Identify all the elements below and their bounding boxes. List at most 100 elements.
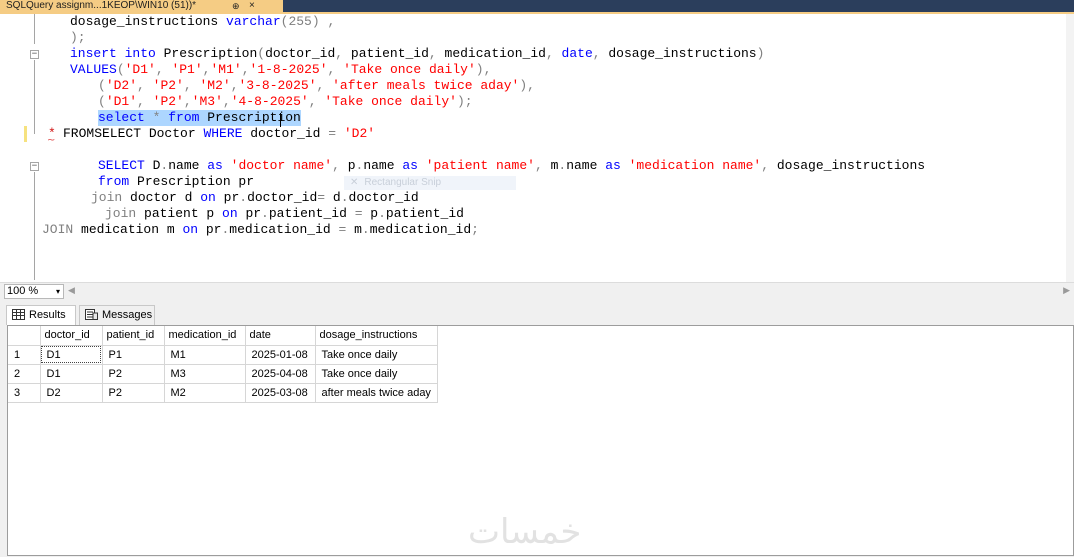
code-token: from: [98, 174, 138, 189]
zoom-select[interactable]: 100 % ▾: [4, 284, 64, 299]
vertical-scrollbar[interactable]: [1066, 14, 1074, 282]
table-row[interactable]: 3 D2 P2 M2 2025-03-08 after meals twice …: [8, 383, 438, 403]
code-token: pr: [245, 206, 262, 221]
code-token: ),: [475, 62, 492, 77]
query-editor[interactable]: − − dosage_instructions varchar(255) , )…: [0, 14, 1074, 282]
code-line[interactable]: insert into Prescription(doctor_id, pati…: [70, 46, 764, 62]
table-cell[interactable]: M1: [164, 345, 246, 365]
results-tabs: Results Messages: [0, 303, 1074, 325]
table-cell[interactable]: D1: [40, 364, 103, 384]
table-cell[interactable]: after meals twice aday: [315, 383, 438, 403]
collapse-icon[interactable]: −: [30, 50, 39, 59]
code-line[interactable]: FROMSELECT Doctor WHERE doctor_id = 'D2': [63, 126, 375, 142]
code-token: ,: [332, 158, 348, 173]
code-token: join: [91, 190, 131, 205]
code-token: medication m: [81, 222, 183, 237]
code-token: .: [261, 206, 269, 221]
tab-results-label[interactable]: Results: [29, 309, 66, 321]
table-cell[interactable]: D2: [40, 383, 103, 403]
editor-margin: [0, 14, 4, 282]
pin-icon[interactable]: ⊕: [232, 0, 240, 12]
close-icon[interactable]: ×: [249, 0, 255, 12]
code-token: ,: [316, 78, 333, 93]
code-token: Prescription: [207, 110, 301, 125]
column-header[interactable]: date: [245, 326, 316, 346]
code-token: medication_id: [229, 222, 339, 237]
collapse-icon[interactable]: −: [30, 162, 39, 171]
column-header[interactable]: dosage_instructions: [315, 326, 438, 346]
code-token: date: [561, 46, 593, 61]
scroll-right-icon[interactable]: ▶: [1063, 285, 1070, 296]
code-line[interactable]: SELECT D.name as 'doctor name', p.name a…: [98, 158, 925, 174]
code-token: doctor_id: [250, 126, 329, 141]
code-token: patient_id: [385, 206, 464, 221]
code-token: ,: [183, 94, 192, 109]
table-cell[interactable]: M2: [164, 383, 246, 403]
code-line[interactable]: dosage_instructions varchar(255) ,: [70, 14, 335, 30]
row-number-header[interactable]: [8, 326, 41, 346]
zoom-value[interactable]: 100 %: [7, 285, 38, 297]
column-header[interactable]: patient_id: [102, 326, 165, 346]
chevron-down-icon[interactable]: ▾: [56, 285, 60, 298]
watermark: خمسات: [468, 512, 582, 552]
tab-messages[interactable]: Messages: [79, 305, 155, 325]
horizontal-scrollbar[interactable]: [80, 286, 1060, 297]
outline-line: [34, 172, 35, 280]
code-line[interactable]: JOIN medication m on pr.medication_id = …: [42, 222, 479, 238]
code-line[interactable]: join doctor d on pr.doctor_id= d.doctor_…: [91, 190, 419, 206]
table-cell[interactable]: Take once daily: [315, 345, 438, 365]
code-token: ,: [183, 78, 200, 93]
code-line[interactable]: VALUES('D1', 'P1','M1','1-8-2025', 'Take…: [70, 62, 491, 78]
code-token: dosage_instructions: [70, 14, 227, 29]
column-header[interactable]: doctor_id: [40, 326, 103, 346]
scroll-left-icon[interactable]: ◀: [68, 285, 75, 296]
table-cell[interactable]: P1: [102, 345, 165, 365]
table-cell[interactable]: 2025-01-08: [245, 345, 316, 365]
code-token: patient p: [144, 206, 223, 221]
code-token: JOIN: [42, 222, 82, 237]
code-token: ,: [335, 46, 351, 61]
table-cell[interactable]: P2: [102, 383, 165, 403]
table-cell[interactable]: M3: [164, 364, 246, 384]
code-token: doctor_id: [348, 190, 419, 205]
row-number[interactable]: 2: [8, 364, 41, 384]
table-cell[interactable]: 2025-04-08: [245, 364, 316, 384]
code-token: ): [756, 46, 765, 61]
query-tab-title[interactable]: SQLQuery assignm...1KEOP\WIN10 (51))*: [6, 0, 196, 11]
table-cell[interactable]: 2025-03-08: [245, 383, 316, 403]
code-token: 'M2': [199, 78, 231, 93]
code-line[interactable]: ('D2', 'P2', 'M2','3-8-2025', 'after mea…: [98, 78, 535, 94]
code-token: d: [332, 190, 341, 205]
table-row[interactable]: 1 D1 P1 M1 2025-01-08 Take once daily: [8, 345, 438, 365]
code-token: medication_id: [369, 222, 472, 237]
tab-results[interactable]: Results: [6, 305, 76, 325]
code-line[interactable]: );: [70, 30, 86, 46]
code-line-selected[interactable]: select * from Prescription: [98, 110, 301, 126]
table-row[interactable]: 2 D1 P2 M3 2025-04-08 Take once daily: [8, 364, 438, 384]
table-cell[interactable]: Take once daily: [315, 364, 438, 384]
code-line[interactable]: join patient p on pr.patient_id = p.pati…: [105, 206, 464, 222]
row-number[interactable]: 1: [8, 345, 41, 365]
code-token: =: [328, 126, 344, 141]
code-token: patient_id: [268, 206, 355, 221]
code-token: name: [168, 158, 208, 173]
document-tab-strip: SQLQuery assignm...1KEOP\WIN10 (51))* ⊕ …: [0, 0, 1074, 12]
table-cell[interactable]: D1: [40, 345, 103, 365]
row-number[interactable]: 3: [8, 383, 41, 403]
code-token: ,: [155, 62, 172, 77]
code-token: (: [116, 62, 125, 77]
code-token: =: [317, 190, 333, 205]
code-token: varchar: [226, 14, 281, 29]
tab-messages-label[interactable]: Messages: [102, 309, 152, 321]
code-line[interactable]: ('D1', 'P2','M3','4-8-2025', 'Take once …: [98, 94, 473, 110]
code-token: .: [361, 222, 370, 237]
outline-line: [34, 60, 35, 134]
query-tab[interactable]: SQLQuery assignm...1KEOP\WIN10 (51))* ⊕ …: [0, 0, 283, 12]
table-cell[interactable]: P2: [102, 364, 165, 384]
column-header[interactable]: medication_id: [164, 326, 246, 346]
code-token: ,: [241, 62, 250, 77]
code-token: SELECT: [98, 158, 153, 173]
code-token: doctor d: [130, 190, 201, 205]
code-line[interactable]: from Prescription pr: [98, 174, 254, 190]
code-token: (255) ,: [280, 14, 336, 29]
